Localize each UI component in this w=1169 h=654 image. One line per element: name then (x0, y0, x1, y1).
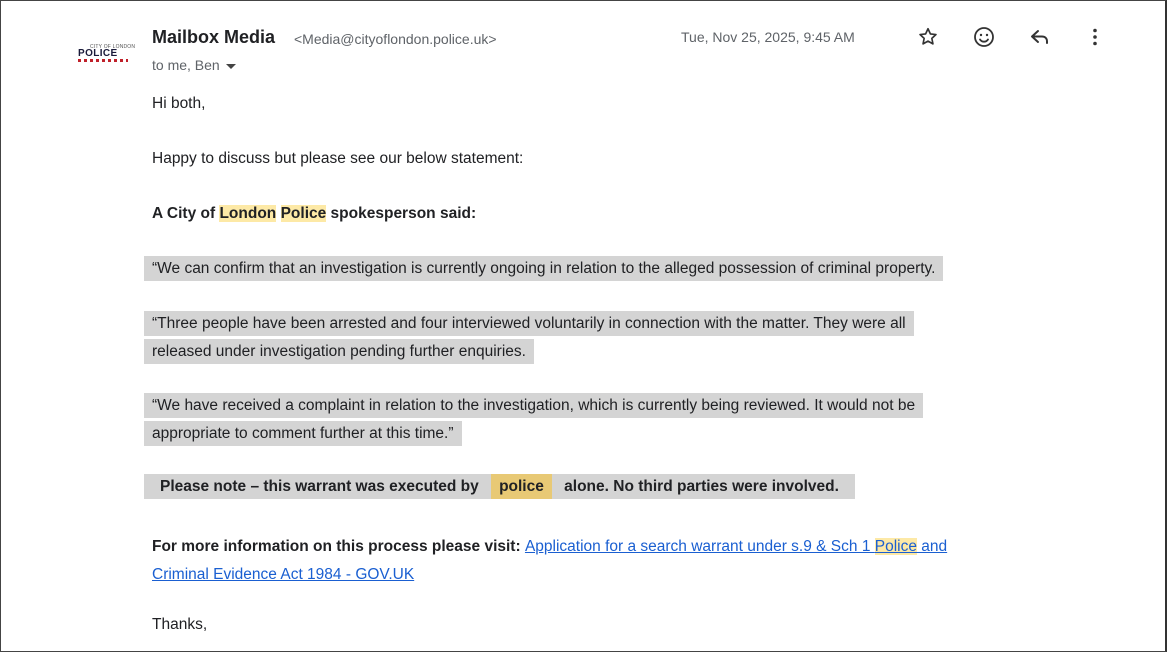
star-icon[interactable] (915, 24, 941, 50)
email-date: Tue, Nov 25, 2025, 9:45 AM (681, 29, 855, 45)
more-info-label: For more information on this process ple… (152, 538, 525, 555)
sender-name[interactable]: Mailbox Media (152, 27, 275, 48)
logo-text: POLICE (78, 48, 118, 59)
spokesperson-line: A City of London Police spokesperson sai… (152, 205, 476, 223)
reply-icon[interactable] (1027, 24, 1053, 50)
note-after: alone. No third parties were involved. (551, 474, 847, 499)
spokesperson-before: A City of (152, 205, 220, 222)
intro-text: Happy to discuss but please see our belo… (152, 150, 524, 167)
emoji-icon[interactable] (971, 24, 997, 50)
quote-1-text: “We can confirm that an investigation is… (144, 256, 944, 281)
greeting: Hi both, (152, 95, 206, 112)
link-part-1: Application for a search warrant under s… (524, 538, 875, 555)
quote-2: “Three people have been arrested and fou… (144, 310, 914, 366)
highlight-police: Police (280, 205, 327, 222)
quote-3-line-2: appropriate to comment further at this t… (144, 421, 462, 446)
quote-3: “We have received a complaint in relatio… (144, 392, 924, 448)
city-of-london-police-logo: CITY OF LONDON POLICE (78, 44, 135, 66)
highlight-police-link: Police (874, 538, 917, 555)
note-before: Please note – this warrant was executed … (152, 474, 492, 499)
note-text: Please note – this warrant was executed … (144, 474, 855, 499)
sender-email: <Media@cityoflondon.police.uk> (294, 31, 497, 47)
note-line: Please note – this warrant was executed … (144, 473, 855, 501)
chevron-down-icon[interactable] (225, 63, 236, 69)
highlight-london: London (219, 205, 277, 222)
spokesperson-after: spokesperson said: (326, 205, 477, 222)
quote-2-line-2: released under investigation pending fur… (144, 339, 534, 364)
logo-stripe (78, 59, 128, 62)
quote-2-line-1: “Three people have been arrested and fou… (144, 311, 914, 336)
spokesperson-space (276, 205, 280, 222)
recipients-line[interactable]: to me, Ben (152, 57, 236, 73)
more-info: For more information on this process ple… (152, 533, 947, 589)
signoff: Thanks, (152, 616, 208, 633)
highlight-police-note: police (491, 474, 552, 499)
recipients-text: to me, Ben (152, 57, 220, 73)
quote-1: “We can confirm that an investigation is… (144, 255, 944, 283)
link-part-2: and (916, 538, 948, 555)
quote-3-line-1: “We have received a complaint in relatio… (144, 393, 924, 418)
more-vert-icon[interactable] (1082, 24, 1108, 50)
link-line-2: Criminal Evidence Act 1984 - GOV.UK (152, 566, 415, 583)
